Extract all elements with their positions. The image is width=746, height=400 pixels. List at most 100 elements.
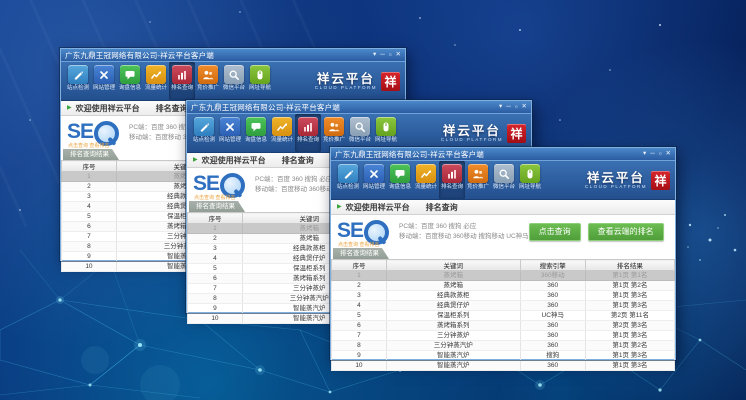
toolbar-item-label: 竞价推广 [467,183,489,190]
toolbar-item-label: 网址导航 [249,84,271,91]
toolbar-item-mouse[interactable]: 网址导航 [517,161,543,199]
toolbar-item-pencil[interactable]: 站点检测 [65,62,91,100]
toolbar-item-chat[interactable]: 询盘信息 [387,161,413,199]
window-controls [373,50,401,61]
table-row[interactable]: 3经典款蒸柜360第1页 第3名 [332,291,675,301]
app-window-front[interactable]: 广东九鼎王冠网络有限公司-祥云平台客户端 站点检测 网站管理 询盘信息 流量统计… [330,147,676,360]
window-controls [643,149,671,160]
cell-no: 10 [332,361,387,371]
toolbar-item-people[interactable]: 竞价推广 [465,161,491,199]
tab-rank-query-results[interactable]: 排名查询结果 [189,201,245,212]
titlebar[interactable]: 广东九鼎王冠网络有限公司-祥云平台客户端 [61,49,405,61]
toolbar-item-wrench[interactable]: 网站管理 [217,114,243,152]
column-header[interactable]: 序号 [188,213,243,224]
toolbar-item-mouse[interactable]: 网址导航 [247,62,273,100]
query-button[interactable]: 点击查询 [529,223,581,241]
menu-arrow-icon[interactable] [499,102,502,112]
cell-keyword: 蒸烤箱 [386,281,520,291]
toolbar-item-chat[interactable]: 询盘信息 [243,114,269,152]
toolbar-item-magnifier[interactable]: 微信平台 [221,62,247,100]
table-row[interactable]: 2蒸烤箱360第1页 第2名 [332,281,675,291]
titlebar[interactable]: 广东九鼎王冠网络有限公司-祥云平台客户端 [187,101,531,113]
tab-row: 排名查询结果 [331,248,675,259]
brand-name: 祥云平台 [315,73,377,85]
cell-rank: 第1页 第3名 [585,351,674,361]
bar-chart-icon [172,65,192,84]
column-header[interactable]: 搜索引擎 [520,260,585,271]
table-row[interactable]: 5保温柜系列UC神马第2页 第11名 [332,311,675,321]
toolbar-item-chat[interactable]: 询盘信息 [117,62,143,100]
cell-no: 2 [332,281,387,291]
cell-engine: 360移动 [520,271,585,281]
minimize-icon[interactable] [506,102,511,112]
column-header[interactable]: 排名结果 [585,260,674,271]
toolbar-item-pencil[interactable]: 站点检测 [335,161,361,199]
cell-keyword: 蒸烤箱 [386,271,520,281]
toolbar-item-bar-chart[interactable]: 排名查询 [295,114,321,152]
table-row[interactable]: 1蒸烤箱360移动第1页 第1名 [332,271,675,281]
toolbar-item-label: 流量统计 [145,84,167,91]
toolbar-item-line-chart[interactable]: 流量统计 [143,62,169,100]
people-icon [468,164,488,183]
people-icon [198,65,218,84]
table-row[interactable]: 6蒸烤箱系列360第2页 第3名 [332,321,675,331]
view-cloud-rank-button[interactable]: 查看云端的排名 [588,223,664,241]
column-header[interactable]: 序号 [332,260,387,271]
magnifier-icon [494,164,514,183]
maximize-icon[interactable] [659,149,662,160]
column-header[interactable]: 关键词 [386,260,520,271]
toolbar-item-label: 流量统计 [271,136,293,143]
tab-rank-query-results[interactable]: 排名查询结果 [333,248,389,259]
toolbar-item-label: 网站管理 [363,183,385,190]
pencil-icon [68,65,88,84]
cell-engine: 360 [520,331,585,341]
cell-no: 1 [62,172,117,182]
toolbar-item-bar-chart[interactable]: 排名查询 [439,161,465,199]
seo-logo: SE 点击查询 查看排名 [337,220,389,245]
table-row[interactable]: 8三分钟蒸汽炉360第1页 第2名 [332,341,675,351]
breadcrumb-welcome: 欢迎使用祥云平台 [76,103,140,114]
cell-no: 10 [62,262,117,272]
breadcrumb-arrow-icon: ▶ [67,105,72,111]
table-row[interactable]: 9智能蒸汽炉搜狗第1页 第3名 [332,351,675,361]
toolbar-item-wrench[interactable]: 网站管理 [91,62,117,100]
seo-logo: SE 点击查询 查看排名 [67,121,119,146]
maximize-icon[interactable] [515,102,518,113]
tab-rank-query-results[interactable]: 排名查询结果 [63,149,119,160]
cell-no: 2 [188,234,243,244]
cell-keyword: 三分钟蒸汽炉 [386,341,520,351]
cell-no: 5 [62,212,117,222]
cell-no: 6 [332,321,387,331]
column-header[interactable]: 序号 [62,161,117,172]
close-icon[interactable] [522,102,527,112]
minimize-icon[interactable] [650,149,655,159]
maximize-icon[interactable] [389,50,392,61]
cell-no: 8 [188,294,243,304]
toolbar: 站点检测 网站管理 询盘信息 流量统计 排名查询 竞价推广 微信平台 网址导航 … [331,160,675,200]
toolbar-item-line-chart[interactable]: 流量统计 [269,114,295,152]
menu-arrow-icon[interactable] [373,50,376,60]
toolbar-item-label: 流量统计 [415,183,437,190]
table-row[interactable]: 4经典煲仔炉360第1页 第3名 [332,301,675,311]
window-controls [499,102,527,113]
menu-arrow-icon[interactable] [643,149,646,159]
mouse-icon [250,65,270,84]
cell-no: 9 [188,304,243,314]
table-row[interactable]: 10智能蒸汽炉360第1页 第3名 [332,361,675,371]
toolbar-item-line-chart[interactable]: 流量统计 [413,161,439,199]
line-chart-icon [146,65,166,84]
cell-rank: 第1页 第2名 [585,341,674,351]
toolbar-item-magnifier[interactable]: 微信平台 [491,161,517,199]
table-row[interactable]: 7三分钟蒸炉360第1页 第3名 [332,331,675,341]
titlebar[interactable]: 广东九鼎王冠网络有限公司-祥云平台客户端 [331,148,675,160]
close-icon[interactable] [396,50,401,60]
cell-no: 4 [332,301,387,311]
toolbar-item-wrench[interactable]: 网站管理 [361,161,387,199]
minimize-icon[interactable] [380,50,385,60]
cell-keyword: 三分钟蒸炉 [386,331,520,341]
wrench-icon [220,117,240,136]
toolbar-item-bar-chart[interactable]: 排名查询 [169,62,195,100]
toolbar-item-people[interactable]: 竞价推广 [195,62,221,100]
toolbar-item-pencil[interactable]: 站点检测 [191,114,217,152]
close-icon[interactable] [666,149,671,159]
